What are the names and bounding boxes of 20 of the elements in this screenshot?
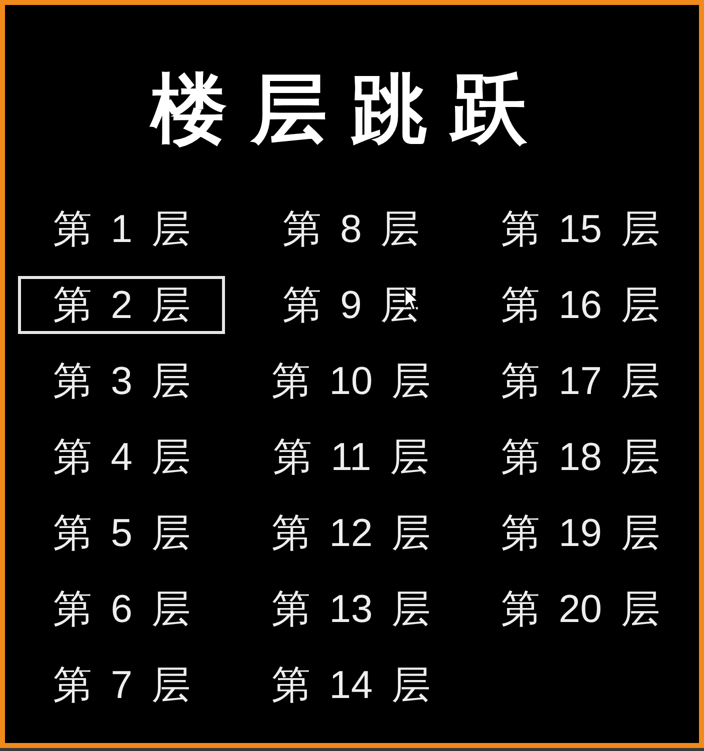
floor-button[interactable]: 第 19 层 xyxy=(476,504,684,562)
floor-button[interactable]: 第 5 层 xyxy=(18,504,226,562)
floor-button[interactable]: 第 4 层 xyxy=(18,428,226,486)
floor-button[interactable]: 第 1 层 xyxy=(18,200,226,258)
floor-button[interactable]: 第 10 层 xyxy=(247,352,454,410)
floor-button[interactable]: 第 16 层 xyxy=(476,276,684,334)
floor-button[interactable]: 第 6 层 xyxy=(18,580,226,638)
floor-button[interactable]: 第 7 层 xyxy=(18,656,226,714)
title: 楼层跳跃 xyxy=(151,63,551,154)
floor-button[interactable]: 第 18 层 xyxy=(476,428,684,486)
floor-button[interactable]: 第 8 层 xyxy=(247,200,454,258)
floor-button[interactable]: 第 14 层 xyxy=(247,656,454,714)
floor-button[interactable]: 第 11 层 xyxy=(247,428,454,486)
floor-button[interactable]: 第 15 层 xyxy=(476,200,684,258)
floor-button[interactable]: 第 12 层 xyxy=(247,504,454,562)
floor-button[interactable]: 第 17 层 xyxy=(476,352,684,410)
floor-button[interactable]: 第 20 层 xyxy=(476,580,684,638)
floor-button[interactable]: 第 2 层 xyxy=(18,276,226,334)
floor-button[interactable]: 第 13 层 xyxy=(247,580,454,638)
floor-button[interactable]: 第 3 层 xyxy=(18,352,226,410)
